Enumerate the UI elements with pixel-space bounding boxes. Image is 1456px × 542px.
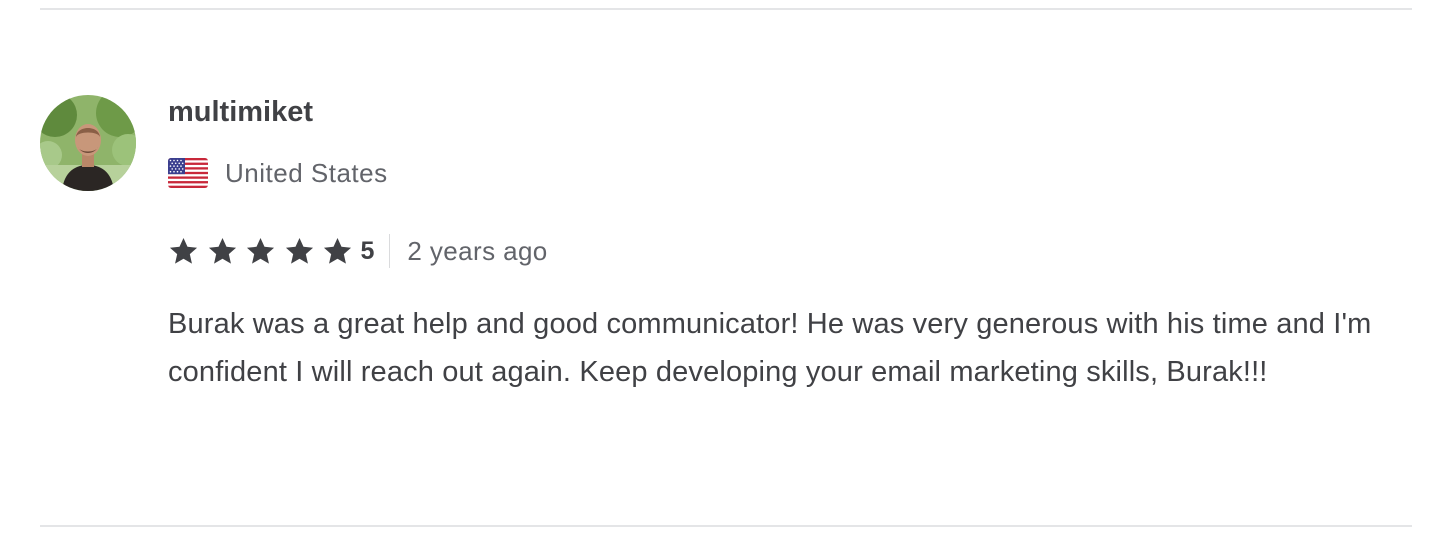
reviewer-username[interactable]: multimiket (168, 92, 1398, 132)
review-text: Burak was a great help and good communic… (168, 308, 1372, 388)
review-content: multimiket United States 5 2 years ago B… (168, 92, 1398, 396)
star-icon (284, 236, 315, 267)
country-row: United States (168, 155, 1398, 191)
star-icon (245, 236, 276, 267)
rating-divider (389, 234, 391, 268)
us-flag-icon (168, 158, 208, 188)
review-time: 2 years ago (407, 235, 548, 266)
top-divider (40, 8, 1412, 10)
star-rating (168, 236, 361, 267)
star-icon (322, 236, 353, 267)
avatar[interactable] (40, 95, 136, 191)
reviewer-country: United States (225, 157, 388, 188)
star-icon (207, 236, 238, 267)
bottom-divider (40, 525, 1412, 527)
rating-row: 5 2 years ago (168, 233, 1398, 269)
rating-value: 5 (360, 236, 375, 265)
star-icon (168, 236, 199, 267)
